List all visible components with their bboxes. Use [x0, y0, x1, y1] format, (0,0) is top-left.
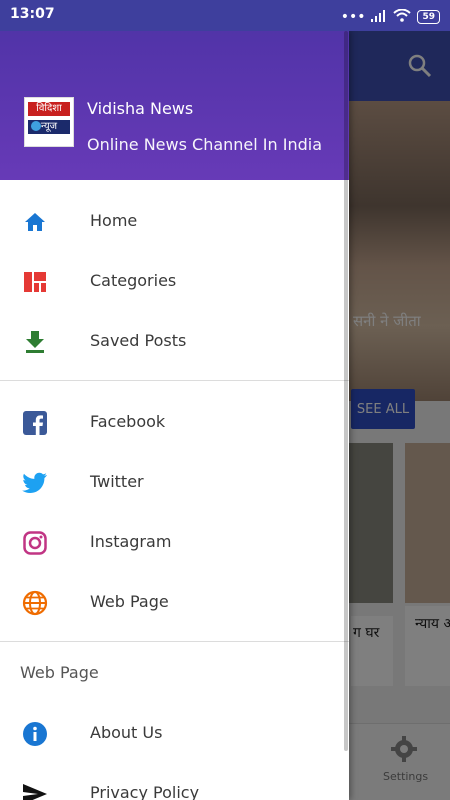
menu-item-label: Home: [90, 211, 138, 230]
menu-item-web-page[interactable]: Web Page: [0, 572, 349, 632]
menu-item-twitter[interactable]: Twitter: [0, 452, 349, 512]
divider: [0, 380, 349, 381]
menu-item-label: Saved Posts: [90, 331, 187, 350]
menu-item-label: Twitter: [90, 472, 144, 491]
menu-item-about-us[interactable]: About Us: [0, 703, 349, 763]
drawer-scrim[interactable]: [349, 31, 450, 800]
signal-icon: [371, 7, 387, 26]
info-icon: [22, 721, 48, 747]
navigation-drawer: विदिशा न्यूज Vidisha News Online News Ch…: [0, 31, 349, 800]
menu-item-instagram[interactable]: Instagram: [0, 512, 349, 572]
menu-item-label: About Us: [90, 723, 163, 742]
menu-item-label: Facebook: [90, 412, 166, 431]
menu-item-saved-posts[interactable]: Saved Posts: [0, 311, 349, 371]
menu-item-label: Privacy Policy: [90, 783, 200, 800]
more-dots-icon: •••: [340, 8, 366, 25]
drawer-scrollbar[interactable]: [344, 31, 348, 751]
facebook-icon: [22, 410, 48, 436]
section-title: Web Page: [20, 663, 99, 682]
app-logo: विदिशा न्यूज: [24, 97, 74, 147]
logo-line-1: विदिशा: [28, 102, 70, 116]
menu-item-privacy-policy[interactable]: Privacy Policy: [0, 763, 349, 800]
menu-item-label: Instagram: [90, 532, 172, 551]
app-tagline: Online News Channel In India: [87, 135, 322, 154]
status-bar: 13:07 ••• 59: [0, 0, 450, 31]
battery-icon: 59: [417, 9, 440, 24]
home-icon: [22, 209, 48, 235]
status-time: 13:07: [10, 6, 55, 22]
send-icon: [22, 781, 48, 800]
instagram-icon: [22, 530, 48, 556]
menu-item-categories[interactable]: Categories: [0, 251, 349, 311]
divider: [0, 641, 349, 642]
menu-item-facebook[interactable]: Facebook: [0, 392, 349, 452]
menu-item-label: Web Page: [90, 592, 169, 611]
menu-item-home[interactable]: Home: [0, 191, 349, 251]
categories-icon: [22, 269, 48, 295]
logo-globe-icon: [31, 121, 41, 131]
twitter-icon: [22, 470, 48, 496]
app-name: Vidisha News: [87, 99, 194, 118]
menu-item-label: Categories: [90, 271, 177, 290]
download-icon: [22, 329, 48, 355]
drawer-header: विदिशा न्यूज Vidisha News Online News Ch…: [0, 31, 349, 180]
globe-icon: [22, 590, 48, 616]
wifi-icon: [393, 7, 412, 26]
status-icons: ••• 59: [341, 7, 440, 26]
